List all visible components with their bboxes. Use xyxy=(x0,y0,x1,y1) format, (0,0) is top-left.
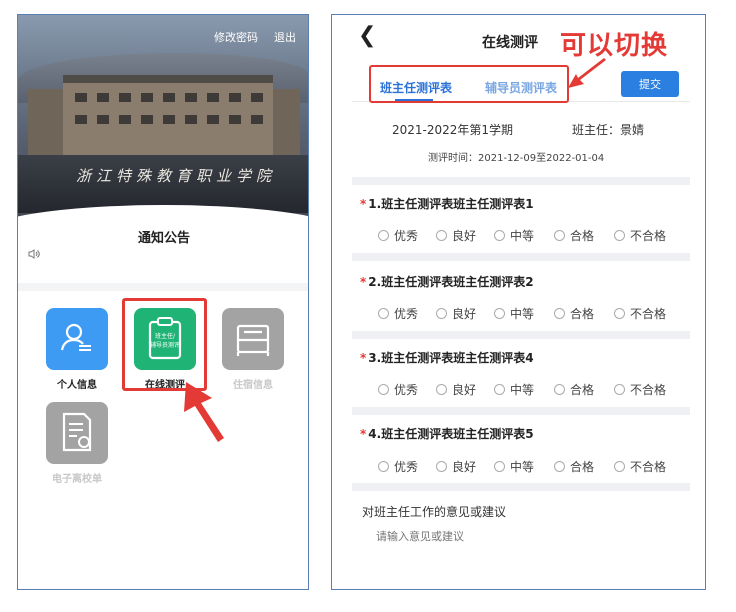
radio-icon xyxy=(436,230,447,241)
option-good[interactable]: 良好 xyxy=(436,227,476,244)
question-title: * 3.班主任测评表班主任测评表4 xyxy=(360,351,534,365)
question-title: * 2.班主任测评表班主任测评表2 xyxy=(360,275,534,289)
rating-options: 优秀 良好 中等 合格 不合格 xyxy=(378,458,698,476)
section-divider xyxy=(18,283,308,291)
speaker-icon xyxy=(28,249,40,262)
radio-icon xyxy=(554,384,565,395)
user-info-icon xyxy=(46,308,108,370)
option-average[interactable]: 中等 xyxy=(494,458,534,475)
radio-icon xyxy=(436,308,447,319)
page-title: 在线测评 xyxy=(482,35,538,51)
advice-input[interactable] xyxy=(376,530,576,543)
radio-icon xyxy=(494,230,505,241)
option-good[interactable]: 良好 xyxy=(436,458,476,475)
option-pass[interactable]: 合格 xyxy=(554,381,594,398)
option-pass[interactable]: 合格 xyxy=(554,458,594,475)
bed-icon xyxy=(222,308,284,370)
option-excellent[interactable]: 优秀 xyxy=(378,305,418,322)
back-icon[interactable]: ❮ xyxy=(358,23,376,48)
school-gate-text: 浙江特殊教育职业学院 xyxy=(76,167,277,185)
option-average[interactable]: 中等 xyxy=(494,381,534,398)
radio-icon xyxy=(614,384,625,395)
app-accommodation-info[interactable]: 住宿信息 xyxy=(222,308,284,391)
question-title: * 4.班主任测评表班主任测评表5 xyxy=(360,427,534,441)
rating-options: 优秀 良好 中等 合格 不合格 xyxy=(378,227,698,245)
radio-icon xyxy=(494,384,505,395)
radio-icon xyxy=(378,461,389,472)
campus-banner-image: 浙江特殊教育职业学院 修改密码 退出 xyxy=(18,15,308,265)
term-text: 2021-2022年第1学期 xyxy=(392,123,514,137)
app-label: 个人信息 xyxy=(57,380,97,391)
section-divider xyxy=(352,331,690,339)
section-divider xyxy=(352,483,690,491)
option-excellent[interactable]: 优秀 xyxy=(378,227,418,244)
app-personal-info[interactable]: 个人信息 xyxy=(46,308,108,391)
option-good[interactable]: 良好 xyxy=(436,381,476,398)
radio-icon xyxy=(494,308,505,319)
radio-icon xyxy=(378,384,389,395)
radio-icon xyxy=(614,461,625,472)
app-label: 住宿信息 xyxy=(233,380,273,391)
radio-icon xyxy=(554,461,565,472)
option-excellent[interactable]: 优秀 xyxy=(378,458,418,475)
change-password-link[interactable]: 修改密码 xyxy=(214,29,258,45)
radio-icon xyxy=(436,384,447,395)
document-icon xyxy=(46,402,108,464)
rating-options: 优秀 良好 中等 合格 不合格 xyxy=(378,305,698,323)
option-excellent[interactable]: 优秀 xyxy=(378,381,418,398)
section-divider xyxy=(352,407,690,415)
advice-label: 对班主任工作的意见或建议 xyxy=(362,505,507,519)
option-pass[interactable]: 合格 xyxy=(554,227,594,244)
option-fail[interactable]: 不合格 xyxy=(614,227,666,244)
notice-title[interactable]: 通知公告 xyxy=(18,227,308,246)
option-average[interactable]: 中等 xyxy=(494,305,534,322)
highlight-box-tabs xyxy=(369,65,569,103)
radio-icon xyxy=(614,230,625,241)
app-electronic-leave-form[interactable]: 电子离校单 xyxy=(46,402,108,485)
option-good[interactable]: 良好 xyxy=(436,305,476,322)
option-pass[interactable]: 合格 xyxy=(554,305,594,322)
radio-icon xyxy=(378,230,389,241)
annotation-arrow xyxy=(184,382,224,442)
radio-icon xyxy=(494,461,505,472)
class-teacher-name: 班主任：景婧 xyxy=(572,123,645,137)
radio-icon xyxy=(436,461,447,472)
app-label: 电子离校单 xyxy=(52,474,102,485)
submit-button[interactable]: 提交 xyxy=(621,71,679,97)
radio-icon xyxy=(614,308,625,319)
option-average[interactable]: 中等 xyxy=(494,227,534,244)
option-fail[interactable]: 不合格 xyxy=(614,458,666,475)
question-title: * 1.班主任测评表班主任测评表1 xyxy=(360,197,534,211)
radio-icon xyxy=(378,308,389,319)
section-divider xyxy=(352,253,690,261)
rating-options: 优秀 良好 中等 合格 不合格 xyxy=(378,381,698,399)
option-fail[interactable]: 不合格 xyxy=(614,381,666,398)
annotation-arrow xyxy=(568,58,606,88)
radio-icon xyxy=(554,230,565,241)
option-fail[interactable]: 不合格 xyxy=(614,305,666,322)
logout-link[interactable]: 退出 xyxy=(274,29,296,45)
evaluation-time: 测评时间：2021-12-09至2022-01-04 xyxy=(428,153,605,164)
section-divider xyxy=(352,177,690,185)
radio-icon xyxy=(554,308,565,319)
